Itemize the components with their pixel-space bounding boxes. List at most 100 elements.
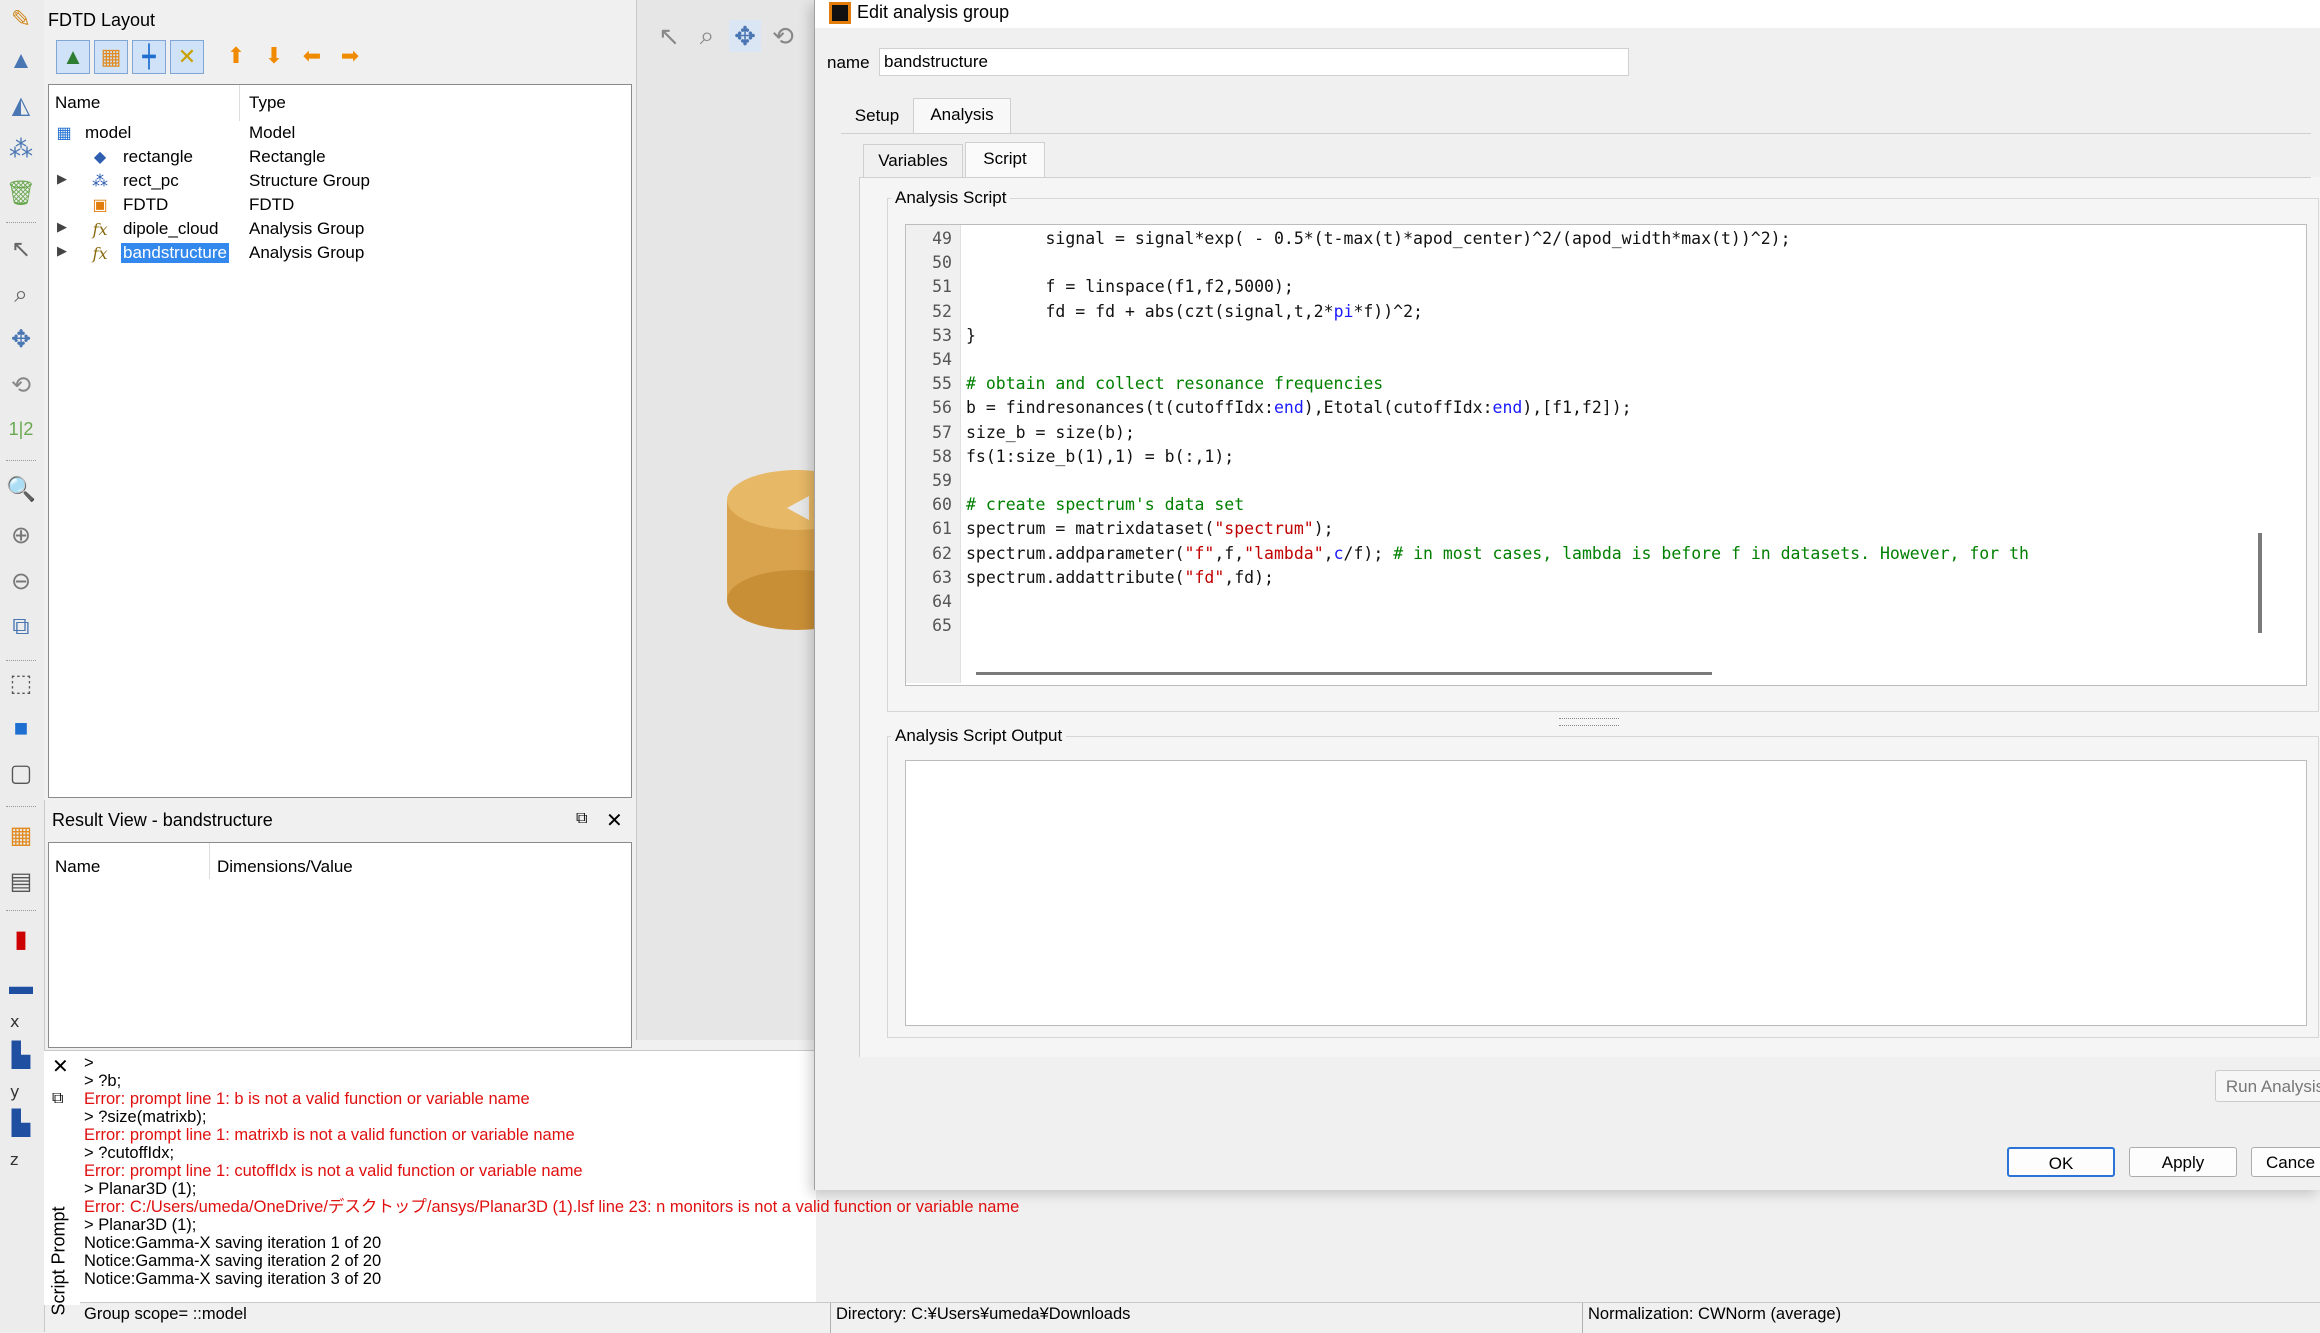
float-panel-icon[interactable]: ⧉ — [52, 1090, 63, 1108]
code-token: ),[f1,f2]); — [1522, 398, 1632, 418]
vertical-scrollbar[interactable] — [2258, 533, 2262, 633]
code-token: end — [1273, 398, 1304, 418]
axis-x-label: x — [10, 1012, 20, 1031]
name-input[interactable] — [879, 48, 1629, 76]
cancel-button[interactable]: Cance — [2251, 1147, 2320, 1177]
ruler-icon[interactable]: 1|2 — [4, 412, 38, 446]
tree-row-model[interactable]: ▦ model Model — [49, 121, 629, 145]
tab-setup[interactable]: Setup — [841, 100, 913, 134]
code-token: c — [1333, 543, 1344, 563]
tree-row-name: dipole_cloud — [123, 219, 219, 238]
expand-arrow-icon[interactable]: ▶ — [57, 243, 67, 259]
select-monitors-icon[interactable]: ┿ — [132, 40, 166, 74]
pencil-icon[interactable]: ✎ — [4, 2, 38, 36]
line-number: 59 — [932, 471, 952, 490]
code-token: ),Etotal(cutoffIdx: — [1303, 398, 1493, 418]
tree-row-type: Analysis Group — [249, 243, 365, 262]
perspective-view-icon[interactable]: ⬚ — [4, 666, 38, 700]
select-structures-icon[interactable]: ▲ — [56, 40, 90, 74]
analysis-script-output[interactable] — [905, 760, 2307, 1026]
code-line: 57 size_b = size(b); — [906, 423, 2306, 447]
line-number: 53 — [932, 325, 952, 345]
table-icon[interactable]: ▤ — [4, 864, 38, 898]
expand-arrow-icon[interactable]: ▶ — [57, 171, 67, 187]
zoom-region-icon[interactable]: ⌕ — [4, 278, 38, 312]
rotate-icon[interactable]: ⟲ — [767, 20, 799, 52]
view-x-plane-icon[interactable]: ▬ — [4, 970, 38, 1004]
tab-script[interactable]: Script — [965, 142, 1045, 178]
select-arrow-icon[interactable]: ↖ — [653, 20, 685, 52]
zoom-out-icon[interactable]: ⊖ — [4, 564, 38, 598]
structure-icon[interactable]: ▲ — [4, 44, 38, 78]
code-token: /f); — [1343, 543, 1394, 563]
edit-analysis-group-dialog: Edit analysis group name Setup Analysis … — [814, 0, 2320, 1190]
code-token: size_b = size(b); — [966, 422, 1135, 442]
code-token: fd = fd + abs(czt(signal,t,2* — [966, 301, 1334, 321]
code-text: spectrum = matrixdataset("spectrum"); — [966, 519, 1334, 538]
ok-button[interactable]: OK — [2007, 1147, 2115, 1177]
code-text: # create spectrum's data set — [966, 495, 1244, 514]
layout-panel-title: FDTD Layout — [48, 10, 156, 30]
zoom-extent-icon[interactable]: ⧉ — [4, 610, 38, 644]
code-line: 53} — [906, 326, 2306, 350]
float-panel-icon[interactable]: ⧉ — [576, 810, 587, 828]
apply-button[interactable]: Apply — [2129, 1147, 2237, 1177]
horizontal-scrollbar[interactable] — [976, 672, 1712, 675]
tree-row-fdtd[interactable]: ▣ FDTD FDTD — [49, 193, 629, 217]
solid-view-icon[interactable]: ■ — [4, 712, 38, 746]
code-token: # create spectrum's data set — [966, 495, 1245, 515]
wireframe-view-icon[interactable]: ▢ — [4, 756, 38, 790]
splitter-handle[interactable] — [1559, 718, 1619, 726]
code-text: spectrum.addattribute("fd",fd); — [966, 568, 1274, 587]
select-simulation-icon[interactable]: ▦ — [94, 40, 128, 74]
zoom-icon[interactable]: 🔍 — [4, 472, 38, 506]
tree-row-dipole-cloud[interactable]: ▶ fx dipole_cloud Analysis Group — [49, 217, 629, 241]
select-sources-icon[interactable]: ✕ — [170, 40, 204, 74]
run-analysis-button[interactable]: Run Analysis — [2215, 1070, 2320, 1102]
dialog-titlebar[interactable]: Edit analysis group — [815, 0, 2320, 28]
move-up-icon[interactable]: ⬆ — [220, 40, 252, 72]
line-number: 60 — [932, 495, 952, 515]
move-left-icon[interactable]: ⬅ — [296, 40, 328, 72]
grid-icon[interactable]: ▦ — [4, 818, 38, 852]
tree-row-bandstructure[interactable]: ▶ fx bandstructure Analysis Group — [49, 241, 629, 265]
pan-icon[interactable]: ✥ — [729, 20, 761, 52]
fdtd-icon: ▣ — [92, 197, 108, 214]
zoom-in-icon[interactable]: ⊕ — [4, 518, 38, 552]
status-scope: Group scope= ::model — [84, 1305, 247, 1323]
tree-row-name: rect_pc — [123, 171, 179, 190]
script-prompt-sidebar: ✕ ⧉ Script Prompt — [0, 1050, 82, 1320]
dialog-title: Edit analysis group — [857, 2, 1010, 22]
structure-array-icon[interactable]: ⁂ — [4, 132, 38, 166]
name-label: name — [827, 53, 870, 72]
script-editor[interactable]: 49 signal = signal*exp( - 0.5*(t-max(t)*… — [905, 224, 2307, 686]
line-number: 62 — [932, 543, 952, 563]
move-down-icon[interactable]: ⬇ — [258, 40, 290, 72]
select-arrow-icon[interactable]: ↖ — [4, 232, 38, 266]
tree-row-rect-pc[interactable]: ▶ ⁂ rect_pc Structure Group — [49, 169, 629, 193]
pan-icon[interactable]: ✥ — [4, 322, 38, 356]
zoom-region-icon[interactable]: ⌕ — [691, 20, 723, 52]
code-token: "spectrum" — [1214, 519, 1314, 539]
code-text: fs(1:size_b(1),1) = b(:,1); — [966, 447, 1234, 466]
close-icon[interactable]: ✕ — [52, 1054, 69, 1079]
rectangle-icon: ◆ — [93, 149, 107, 166]
code-line: 63 spectrum.addattribute("fd",fd); — [906, 568, 2306, 592]
rotate-icon[interactable]: ⟲ — [4, 368, 38, 402]
view-x-icon[interactable]: ▮ — [4, 922, 38, 956]
trash-icon[interactable]: 🗑 — [4, 176, 38, 210]
status-directory: Directory: C:¥Users¥umeda¥Downloads — [836, 1305, 1131, 1323]
prism-icon[interactable]: ◭ — [4, 88, 38, 122]
code-token: ,fd); — [1224, 567, 1274, 587]
close-icon[interactable]: ✕ — [606, 808, 623, 833]
tab-variables[interactable]: Variables — [863, 144, 963, 178]
status-normalization: Normalization: CWNorm (average) — [1588, 1305, 1842, 1323]
code-token: f = linspace(f1,f2,5000); — [966, 277, 1294, 297]
tab-analysis[interactable]: Analysis — [913, 98, 1011, 134]
code-line: 64 — [906, 592, 2306, 616]
tree-row-rectangle[interactable]: ◆ rectangle Rectangle — [49, 145, 629, 169]
move-right-icon[interactable]: ➡ — [334, 40, 366, 72]
expand-arrow-icon[interactable]: ▶ — [57, 219, 67, 235]
analysis-group-icon: fx — [92, 219, 108, 239]
viewport[interactable]: ↖ ⌕ ✥ ⟲ — [636, 0, 847, 1040]
